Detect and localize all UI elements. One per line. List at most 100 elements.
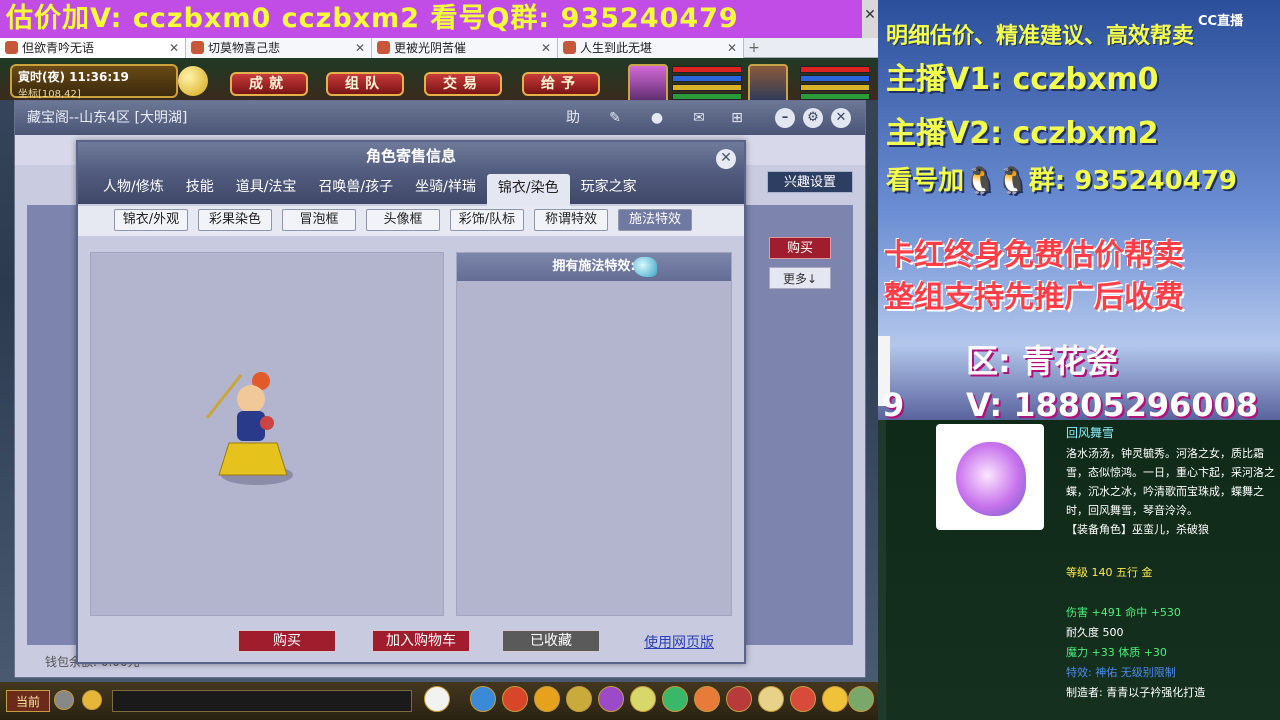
cast-effect-panel: 拥有施法特效: bbox=[456, 252, 732, 616]
help-icon[interactable]: 助 bbox=[563, 109, 583, 127]
browser-tab-label: 切莫物喜己悲 bbox=[208, 41, 281, 55]
achievement-button[interactable]: 成就 bbox=[230, 72, 308, 96]
web-version-link[interactable]: 使用网页版 bbox=[644, 632, 714, 652]
item-durability: 耐久度 500 bbox=[1066, 626, 1124, 639]
browser-tab-4[interactable]: 人生到此无堪 ✕ bbox=[558, 38, 744, 58]
settings-icon[interactable]: ⚙ bbox=[803, 108, 823, 128]
add-to-cart-button[interactable]: 加入购物车 bbox=[372, 630, 470, 652]
character-preview bbox=[90, 252, 444, 616]
player-portrait-avatar[interactable] bbox=[748, 64, 788, 104]
edit-icon[interactable]: ✎ bbox=[605, 109, 625, 127]
skill-12-icon[interactable] bbox=[822, 686, 848, 712]
minimize-icon[interactable]: – bbox=[775, 108, 795, 128]
item-name: 回风舞雪 bbox=[1066, 426, 1115, 440]
tab-items[interactable]: 道具/法宝 bbox=[225, 172, 308, 204]
orb-icon bbox=[956, 442, 1026, 516]
cast-effect-header: 拥有施法特效: bbox=[457, 253, 731, 281]
browser-tab-2[interactable]: 切莫物喜己悲 ✕ bbox=[186, 38, 372, 58]
subtab-appearance[interactable]: 锦衣/外观 bbox=[114, 209, 188, 231]
server-region: 区: 青花瓷 bbox=[966, 342, 1118, 380]
skill-4-icon[interactable] bbox=[566, 686, 592, 712]
item-description: 洛水汤汤，钟灵毓秀。河洛之女，质比霜雪，态似惊鸿。一日，重心卞起，采河洛之蝶，沉… bbox=[1066, 444, 1280, 539]
skill-13-icon[interactable] bbox=[848, 686, 874, 712]
dialog-tabs: 人物/修炼 技能 道具/法宝 召唤兽/孩子 坐骑/祥瑞 锦衣/染色 玩家之家 bbox=[78, 172, 744, 206]
tab-favicon-icon bbox=[377, 41, 390, 54]
buy-button-side[interactable]: 购买 bbox=[769, 237, 831, 259]
dialog-subtabs: 锦衣/外观 彩果染色 冒泡框 头像框 彩饰/队标 称谓特效 施法特效 bbox=[78, 206, 744, 236]
more-button[interactable]: 更多↓ bbox=[769, 267, 831, 289]
skill-8-icon[interactable] bbox=[694, 686, 720, 712]
browser-tab-label: 但欲青吟无语 bbox=[22, 41, 95, 55]
pet-portrait-avatar[interactable] bbox=[628, 64, 668, 104]
subtab-bubble[interactable]: 冒泡框 bbox=[282, 209, 356, 231]
tab-home[interactable]: 玩家之家 bbox=[570, 172, 648, 204]
favorited-button[interactable]: 已收藏 bbox=[502, 630, 600, 652]
item-card-body: 回风舞雪 洛水汤汤，钟灵毓秀。河洛之女，质比霜雪，态似惊鸿。一日，重心卞起，采河… bbox=[886, 420, 1280, 720]
window-title-bar: 藏宝阁--山东4区 [大明湖] 助 ✎ ● ✉ ⊞ – ⚙ ✕ bbox=[15, 101, 865, 135]
skill-11-icon[interactable] bbox=[790, 686, 816, 712]
tab-pets[interactable]: 召唤兽/孩子 bbox=[307, 172, 404, 204]
tab-favicon-icon bbox=[191, 41, 204, 54]
item-damage: 伤害 +491 命中 +530 bbox=[1066, 606, 1181, 619]
skill-2-icon[interactable] bbox=[502, 686, 528, 712]
subtab-cast-effect[interactable]: 施法特效 bbox=[618, 209, 692, 231]
clock-time: 寅时(夜) 11:36:19 bbox=[18, 70, 129, 84]
chat-icon[interactable]: ✉ bbox=[689, 109, 709, 127]
subtab-dye[interactable]: 彩果染色 bbox=[198, 209, 272, 231]
give-button[interactable]: 给予 bbox=[522, 72, 600, 96]
effect-gem-icon[interactable] bbox=[633, 257, 657, 277]
tab-close-icon[interactable]: ✕ bbox=[727, 38, 737, 58]
trade-button[interactable]: 交易 bbox=[424, 72, 502, 96]
item-equip-role: 【装备角色】巫蛮儿，杀破狼 bbox=[1066, 523, 1209, 536]
buy-button[interactable]: 购买 bbox=[238, 630, 336, 652]
promo-line-4: 看号加🐧🐧群: 935240479 bbox=[886, 166, 1238, 196]
browser-tab-bar: 但欲青吟无语 ✕ 切莫物喜己悲 ✕ 更被光阴苦催 ✕ 人生到此无堪 ✕ + bbox=[0, 38, 878, 58]
tab-skills[interactable]: 技能 bbox=[175, 172, 225, 204]
subtab-title-effect[interactable]: 称谓特效 bbox=[534, 209, 608, 231]
tab-outfits[interactable]: 锦衣/染色 bbox=[486, 174, 570, 206]
tab-close-icon[interactable]: ✕ bbox=[541, 38, 551, 58]
game-clock: 寅时(夜) 11:36:19 坐标[108,42] bbox=[10, 64, 178, 100]
tab-mounts[interactable]: 坐骑/祥瑞 bbox=[404, 172, 487, 204]
skill-6-icon[interactable] bbox=[630, 686, 656, 712]
emoji-icon[interactable] bbox=[82, 690, 102, 710]
character-sale-dialog: 角色寄售信息 ✕ 人物/修炼 技能 道具/法宝 召唤兽/孩子 坐骑/祥瑞 锦衣/… bbox=[76, 140, 746, 664]
cart-icon[interactable]: ⊞ bbox=[727, 109, 747, 127]
tab-character[interactable]: 人物/修炼 bbox=[92, 172, 175, 204]
browser-tab-1[interactable]: 但欲青吟无语 ✕ bbox=[0, 38, 186, 58]
item-effect: 特效: 神佑 无级别限制 bbox=[1066, 666, 1176, 679]
clock-location: 坐标[108,42] bbox=[18, 89, 81, 100]
dialog-close-icon[interactable]: ✕ bbox=[716, 149, 736, 169]
tab-favicon-icon bbox=[5, 41, 18, 54]
subtab-team-badge[interactable]: 彩饰/队标 bbox=[450, 209, 524, 231]
chat-channel-button[interactable]: 当前 bbox=[6, 690, 50, 712]
item-attributes: 魔力 +33 体质 +30 bbox=[1066, 646, 1167, 659]
chat-input[interactable] bbox=[112, 690, 412, 712]
tab-close-icon[interactable]: ✕ bbox=[169, 38, 179, 58]
close-icon[interactable]: ✕ bbox=[831, 108, 851, 128]
pet-status-bars bbox=[672, 66, 742, 102]
item-image bbox=[936, 424, 1044, 530]
browser-tab-label: 更被光阴苦催 bbox=[394, 41, 467, 55]
skill-9-icon[interactable] bbox=[726, 686, 752, 712]
window-title: 藏宝阁--山东4区 [大明湖] bbox=[27, 110, 188, 126]
subtab-avatar-frame[interactable]: 头像框 bbox=[366, 209, 440, 231]
skill-10-icon[interactable] bbox=[758, 686, 784, 712]
pet-shortcut-icon[interactable] bbox=[424, 686, 450, 712]
browser-tab-3[interactable]: 更被光阴苦催 ✕ bbox=[372, 38, 558, 58]
skill-5-icon[interactable] bbox=[598, 686, 624, 712]
cc-live-logo: CC直播 bbox=[1198, 14, 1244, 29]
team-button[interactable]: 组队 bbox=[326, 72, 404, 96]
banner-close-icon[interactable]: ✕ bbox=[862, 0, 878, 38]
skill-7-icon[interactable] bbox=[662, 686, 688, 712]
skill-3-icon[interactable] bbox=[534, 686, 560, 712]
skill-1-icon[interactable] bbox=[470, 686, 496, 712]
promo-line-3: 主播V2: cczbxm2 bbox=[886, 116, 1159, 151]
character-sprite-icon bbox=[205, 372, 293, 485]
record-icon[interactable]: ● bbox=[647, 109, 667, 127]
mic-icon[interactable] bbox=[54, 690, 74, 710]
interest-settings-button[interactable]: 兴趣设置 bbox=[767, 171, 853, 193]
tab-close-icon[interactable]: ✕ bbox=[355, 38, 365, 58]
item-desc-text: 洛水汤汤，钟灵毓秀。河洛之女，质比霜雪，态似惊鸿。一日，重心卞起，采河洛之蝶，沉… bbox=[1066, 447, 1275, 517]
new-tab-button[interactable]: + bbox=[744, 38, 764, 58]
